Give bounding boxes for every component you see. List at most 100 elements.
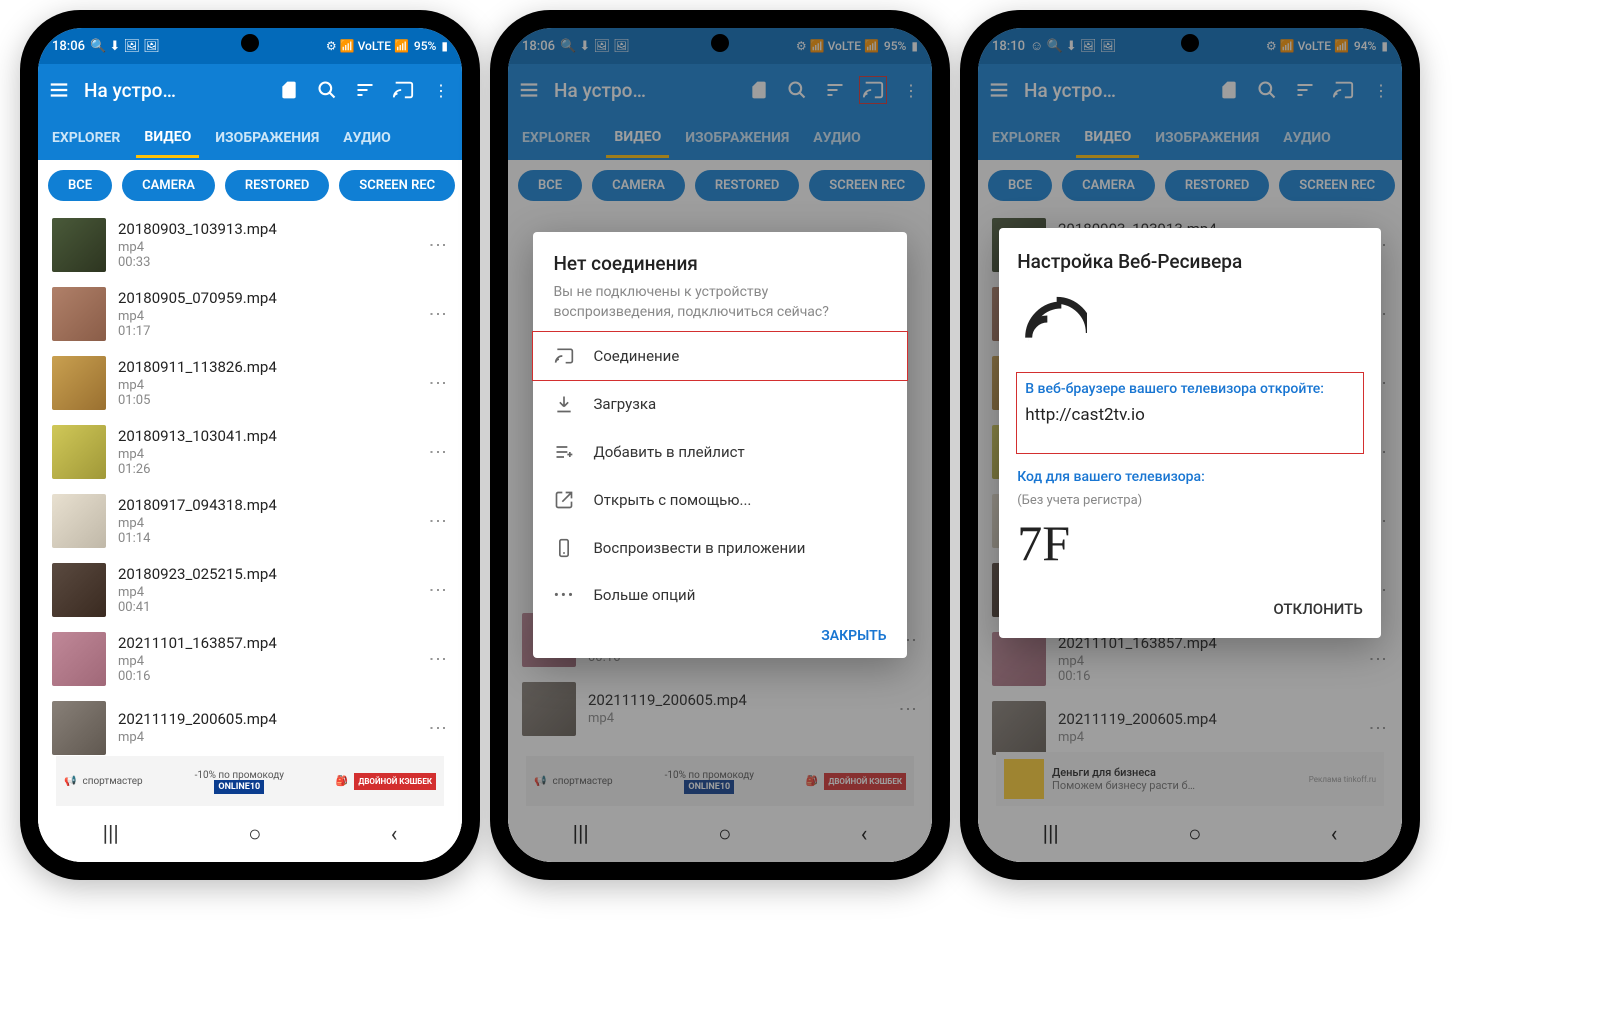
file-duration: 01:26 [118,462,415,477]
decline-button[interactable]: ОТКЛОНИТЬ [1017,590,1363,628]
file-row[interactable]: 20180913_103041.mp4 mp4 01:26 ⋮ [38,417,462,486]
file-duration: 01:17 [118,324,415,339]
file-name: 20180913_103041.mp4 [118,427,415,445]
chip-restored[interactable]: RESTORED [225,170,329,201]
file-row[interactable]: 20180905_070959.mp4 mp4 01:17 ⋮ [38,279,462,348]
code-note: (Без учета регистра) [1017,493,1363,508]
app-toolbar: На устро… ⋮ [38,64,462,116]
file-row[interactable]: 20180917_094318.mp4 mp4 01:14 ⋮ [38,486,462,555]
overflow-icon[interactable]: ⋮ [428,81,454,100]
dialog-option-label: Загрузка [593,395,656,413]
dialog-option-more[interactable]: ••• Больше опций [533,572,906,618]
dialog-option-label: Воспроизвести в приложении [593,539,805,557]
sort-icon[interactable] [352,80,378,100]
ad-banner[interactable]: 📢спортмастер -10% по промокодуONLINE10 🎒… [56,756,444,806]
ad-brand: спортмастер [82,776,142,787]
camera-cutout [711,34,729,52]
file-overflow-icon[interactable]: ⋮ [427,512,448,530]
file-row[interactable]: 20211119_200605.mp4 mp4 ⋮ [38,693,462,762]
receiver-url: http://cast2tv.io [1025,405,1355,425]
nav-home[interactable]: ○ [248,821,261,847]
file-overflow-icon[interactable]: ⋮ [427,719,448,737]
receiver-dialog: Настройка Веб-Ресивера В веб-браузере ва… [999,228,1381,638]
tab-видео[interactable]: ВИДЕО [136,119,199,158]
file-overflow-icon[interactable]: ⋮ [427,650,448,668]
camera-cutout [1181,34,1199,52]
dialog-option-label: Соединение [593,347,679,365]
file-thumbnail [52,287,106,341]
cast-icon [553,346,575,366]
file-name: 20211101_163857.mp4 [118,634,415,652]
browser-label: В веб-браузере вашего телевизора откройт… [1025,381,1355,397]
code-label: Код для вашего телевизора: [1017,469,1363,485]
file-ext: mp4 [118,240,415,255]
dialog-option-playlist[interactable]: Добавить в плейлист [533,428,906,476]
tab-аудио[interactable]: АУДИО [335,120,399,156]
file-overflow-icon[interactable]: ⋮ [427,581,448,599]
toolbar-title: На устро… [84,79,264,102]
dialog-scrim[interactable]: Нет соединения Вы не подключены к устрой… [508,28,932,862]
playlist-icon [553,442,575,462]
file-ext: mp4 [118,309,415,324]
dialog-option-label: Добавить в плейлист [593,443,744,461]
file-ext: mp4 [118,516,415,531]
status-time: 18:06 [52,39,85,54]
nav-recents[interactable]: ||| [103,822,119,847]
file-overflow-icon[interactable]: ⋮ [427,374,448,392]
camera-cutout [241,34,259,52]
file-thumbnail [52,494,106,548]
status-icons-left: 🔍 ⬇ 🖼 🖼 [90,39,160,54]
dialog-title: Нет соединения [533,252,906,283]
status-battery: 95% [414,39,436,53]
file-ext: mp4 [118,378,415,393]
receiver-code: 7F [1017,514,1363,572]
file-duration: 00:16 [118,669,415,684]
sdcard-icon[interactable] [276,80,302,100]
nav-back[interactable]: ‹ [391,822,398,847]
file-duration: 00:41 [118,600,415,615]
file-name: 20180905_070959.mp4 [118,289,415,307]
status-icons-right: ⚙ 📶 VoLTE 📶 [326,39,409,53]
file-row[interactable]: 20180923_025215.mp4 mp4 00:41 ⋮ [38,555,462,624]
open-icon [553,490,575,510]
file-duration: 01:05 [118,393,415,408]
file-name: 20211119_200605.mp4 [118,710,415,728]
phone-frame-2: 18:06🔍 ⬇ 🖼 🖼 ⚙ 📶 VoLTE 📶95%▮ На устро… ⋮… [490,10,950,880]
tab-explorer[interactable]: EXPLORER [44,120,128,156]
chip-camera[interactable]: CAMERA [122,170,215,201]
file-row[interactable]: 20180911_113826.mp4 mp4 01:05 ⋮ [38,348,462,417]
cast-icon[interactable] [390,79,416,101]
cast-logo-icon [1017,291,1363,347]
dialog-option-cast[interactable]: Соединение [533,332,906,380]
file-ext: mp4 [118,730,415,745]
file-thumbnail [52,701,106,755]
more-icon: ••• [553,586,575,604]
file-row[interactable]: 20211101_163857.mp4 mp4 00:16 ⋮ [38,624,462,693]
file-duration: 00:33 [118,255,415,270]
dialog-close-button[interactable]: ЗАКРЫТЬ [533,618,906,650]
dialog-option-open[interactable]: Открыть с помощью... [533,476,906,524]
file-overflow-icon[interactable]: ⋮ [427,305,448,323]
chip-screen-rec[interactable]: SCREEN REC [339,170,455,201]
file-ext: mp4 [118,654,415,669]
file-overflow-icon[interactable]: ⋮ [427,236,448,254]
dialog-scrim[interactable]: Настройка Веб-Ресивера В веб-браузере ва… [978,28,1402,862]
dialog-option-phone[interactable]: Воспроизвести в приложении [533,524,906,572]
menu-icon[interactable] [46,79,72,101]
file-thumbnail [52,425,106,479]
file-duration: 01:14 [118,531,415,546]
dialog-subtitle: Вы не подключены к устройству воспроизве… [533,283,906,332]
phone-frame-3: 18:10☺ 🔍 ⬇ 🖼 🖼 ⚙ 📶 VoLTE 📶94%▮ На устро…… [960,10,1420,880]
file-overflow-icon[interactable]: ⋮ [427,443,448,461]
dialog-option-label: Больше опций [593,586,695,604]
dialog-option-download[interactable]: Загрузка [533,380,906,428]
file-name: 20180923_025215.mp4 [118,565,415,583]
ad-right: ДВОЙНОЙ КЭШБЕК [354,773,436,790]
tab-изображения[interactable]: ИЗОБРАЖЕНИЯ [207,120,327,156]
tab-bar: EXPLORERВИДЕОИЗОБРАЖЕНИЯАУДИО [38,116,462,160]
file-row[interactable]: 20180903_103913.mp4 mp4 00:33 ⋮ [38,210,462,279]
file-name: 20180911_113826.mp4 [118,358,415,376]
search-icon[interactable] [314,80,340,100]
phone-icon [553,538,575,558]
chip-все[interactable]: ВСЕ [48,170,112,201]
